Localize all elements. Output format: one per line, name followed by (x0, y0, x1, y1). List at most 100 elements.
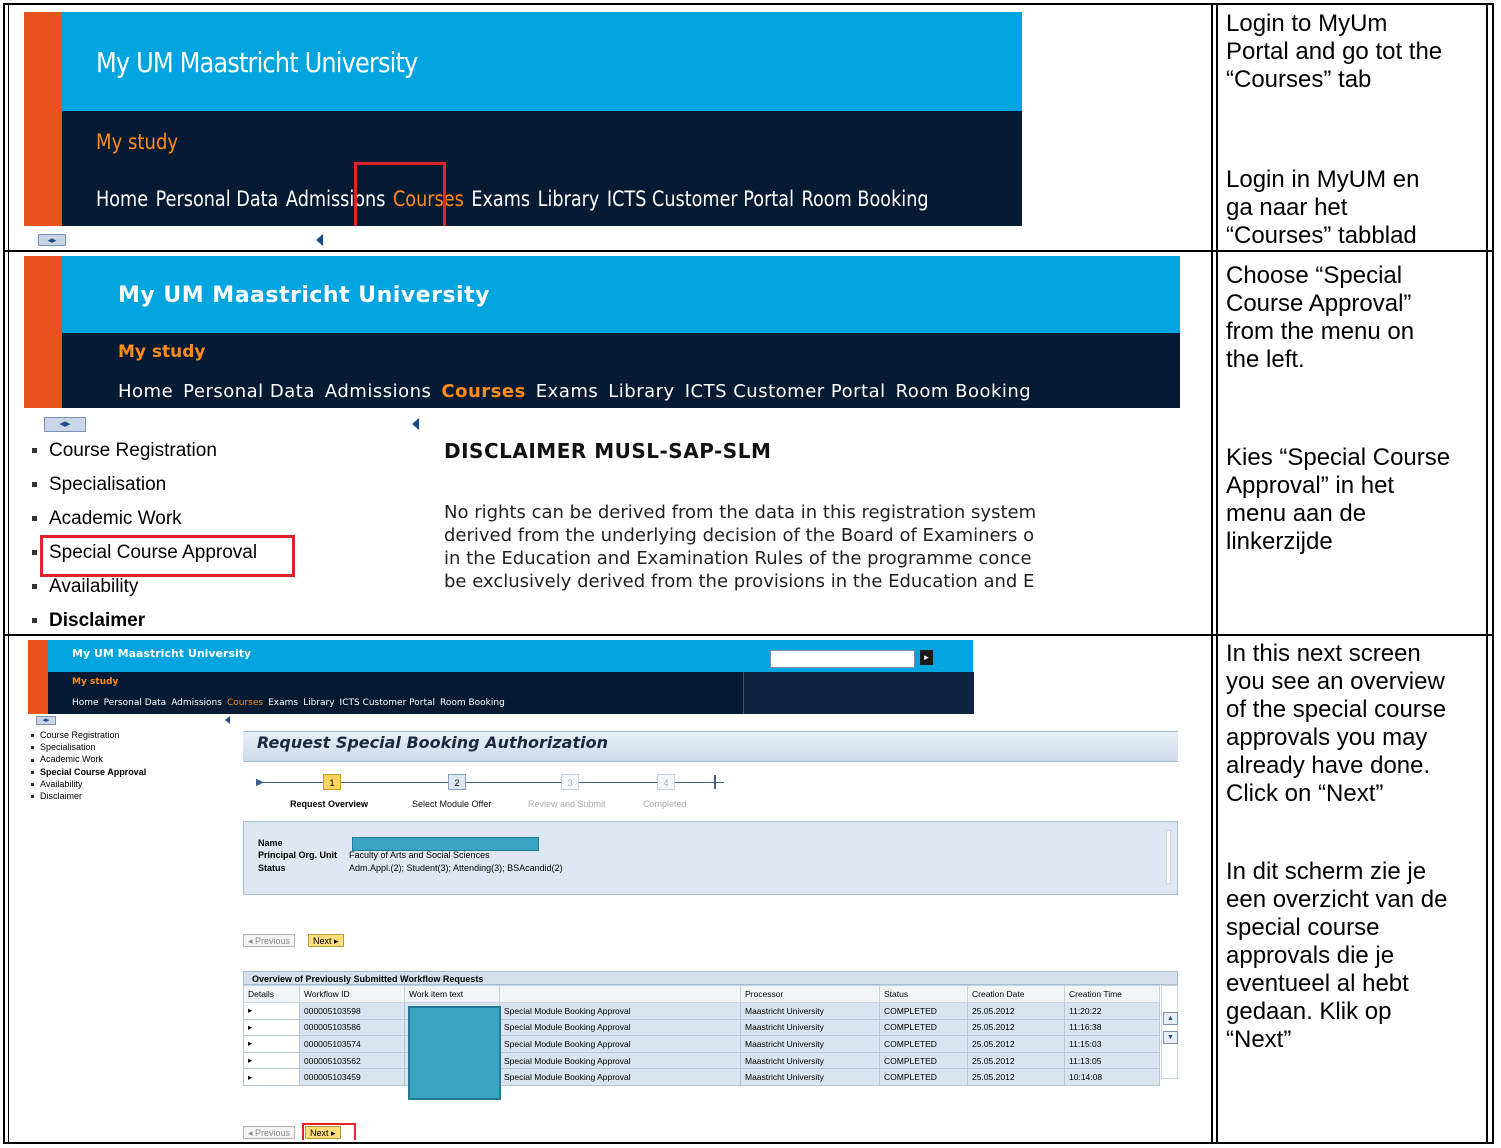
step-2-box[interactable]: 2 (448, 774, 466, 790)
section-label: My study (72, 677, 119, 687)
cell-processor: Maastricht University (740, 1068, 880, 1086)
collapse-toggle-icon[interactable]: ◂▸ (38, 234, 66, 246)
nav-library[interactable]: Library (303, 698, 334, 708)
nav-home[interactable]: Home (118, 381, 173, 402)
previous-button-bottom[interactable]: ◂ Previous (243, 1126, 296, 1139)
search-go-button[interactable]: ▸ (920, 650, 933, 665)
screenshot-special-course-approval-menu: My UM Maastricht University My study Hom… (24, 256, 1180, 632)
cell-work-item-text: Special Module Booking Approval (499, 1018, 741, 1037)
nav-admissions[interactable]: Admissions (171, 698, 222, 708)
row-details-toggle[interactable]: ▸ (243, 1068, 300, 1086)
table-row[interactable]: ▸ 000005103586 Special Module Booking Ap… (243, 1018, 1160, 1037)
column-header[interactable]: Creation Time (1064, 985, 1160, 1003)
table-row[interactable]: ▸ 000005103598 Special Module Booking Ap… (243, 1002, 1160, 1020)
next-button[interactable]: Next ▸ (308, 934, 344, 947)
menu-item-disclaimer[interactable]: Disclaimer (31, 790, 146, 802)
cell-work-item-text: Special Module Booking Approval (499, 1051, 741, 1070)
step-4-box: 4 (657, 774, 675, 790)
info-label: Status (258, 863, 286, 873)
nav-icts-customer-portal[interactable]: ICTS Customer Portal (685, 381, 886, 402)
nav-exams[interactable]: Exams (471, 187, 530, 211)
nav-room-booking[interactable]: Room Booking (440, 698, 505, 708)
collapse-arrow-icon[interactable] (225, 716, 230, 724)
instruction-line: Portal and go tot the (1226, 38, 1443, 65)
nav-room-booking[interactable]: Room Booking (802, 187, 929, 211)
row-details-toggle[interactable]: ▸ (243, 1002, 300, 1020)
row-details-toggle[interactable]: ▸ (243, 1018, 300, 1037)
row-divider-2 (3, 634, 1494, 636)
menu-item-special-course-approval[interactable]: Special Course Approval (31, 766, 146, 778)
table-row[interactable]: ▸ 000005103574 Special Module Booking Ap… (243, 1035, 1160, 1053)
portal-title: My UM Maastricht University (118, 283, 490, 308)
disclaimer-line: derived from the underlying decision of … (444, 525, 1035, 546)
cell-processor: Maastricht University (740, 1002, 880, 1020)
collapse-arrow-icon[interactable] (412, 418, 419, 430)
menu-item-course-registration[interactable]: Course Registration (31, 729, 146, 741)
cell-creation-time: 11:16:38 (1064, 1018, 1160, 1037)
menu-item-specialisation[interactable]: Specialisation (31, 741, 146, 753)
nav-courses[interactable]: Courses (441, 381, 525, 402)
instruction-line: from the menu on (1226, 318, 1415, 345)
nav-personal-data[interactable]: Personal Data (156, 187, 279, 211)
nav-exams[interactable]: Exams (536, 381, 598, 402)
column-header[interactable]: Creation Date (967, 985, 1065, 1003)
column-header[interactable]: Workflow ID (299, 985, 405, 1003)
nav-library[interactable]: Library (538, 187, 600, 211)
nav-icts-customer-portal[interactable]: ICTS Customer Portal (340, 698, 435, 708)
nav-personal-data[interactable]: Personal Data (183, 381, 315, 402)
cell-status: COMPLETED (879, 1068, 968, 1086)
menu-item-availability[interactable]: Availability (31, 778, 146, 790)
collapse-arrow-icon[interactable] (316, 234, 323, 246)
disclaimer-heading: DISCLAIMER MUSL-SAP-SLM (444, 439, 772, 463)
top-nav: Home Personal Data Admissions Courses Exams L… (118, 381, 1041, 402)
vertical-scrollbar[interactable] (1166, 830, 1171, 884)
section-label: My study (118, 342, 206, 362)
table-scrollbar[interactable]: ▲ ▼ (1161, 985, 1178, 1079)
column-header[interactable]: Status (879, 985, 968, 1003)
menu-item-label: Academic Work (49, 508, 182, 529)
cell-workflow-id: 000005103574 (299, 1035, 405, 1053)
menu-item-academic-work[interactable]: Academic Work (31, 753, 146, 765)
previous-button[interactable]: ◂ Previous (243, 934, 296, 947)
table-row[interactable]: ▸ 000005103562 Special Module Booking Ap… (243, 1051, 1160, 1070)
nav-home[interactable]: Home (72, 698, 99, 708)
nav-personal-data[interactable]: Personal Data (104, 698, 167, 708)
bullet-icon (31, 795, 34, 799)
menu-item-availability[interactable]: Availability (32, 574, 257, 608)
collapse-toggle-icon[interactable]: ◂▸ (44, 417, 86, 432)
column-header[interactable] (499, 985, 741, 1003)
collapse-toggle-icon[interactable]: ◂▸ (36, 716, 56, 725)
menu-item-course-registration[interactable]: Course Registration (32, 438, 257, 472)
column-header[interactable]: Processor (740, 985, 880, 1003)
bullet-icon (31, 758, 34, 762)
nav-courses[interactable]: Courses (227, 698, 263, 708)
menu-item-specialisation[interactable]: Specialisation (32, 472, 257, 506)
orange-sidebar-accent (24, 12, 62, 226)
scroll-down-icon[interactable]: ▼ (1163, 1031, 1178, 1044)
step-3-label: Review and Submit (528, 799, 606, 809)
instruction-line: Login to MyUm (1226, 10, 1388, 37)
instruction-line: een overzicht van de (1226, 886, 1448, 913)
nav-admissions[interactable]: Admissions (325, 381, 432, 402)
nav-library[interactable]: Library (608, 381, 674, 402)
instruction-line: already have done. (1226, 752, 1431, 779)
nav-room-booking[interactable]: Room Booking (896, 381, 1032, 402)
menu-item-label: Specialisation (40, 742, 96, 753)
row-details-toggle[interactable]: ▸ (243, 1035, 300, 1053)
row-details-toggle[interactable]: ▸ (243, 1051, 300, 1070)
instruction-line: gedaan. Klik op (1226, 998, 1392, 1025)
scroll-up-icon[interactable]: ▲ (1163, 1012, 1178, 1025)
column-header[interactable]: Details (243, 985, 300, 1003)
nav-home[interactable]: Home (96, 187, 148, 211)
cell-creation-time: 11:20:22 (1064, 1002, 1160, 1020)
info-row-name: Name (258, 838, 349, 848)
table-row[interactable]: ▸ 000005103459 Special Module Booking Ap… (243, 1068, 1160, 1086)
nav-icts-customer-portal[interactable]: ICTS Customer Portal (607, 187, 794, 211)
nav-exams[interactable]: Exams (268, 698, 298, 708)
menu-item-disclaimer[interactable]: Disclaimer (32, 608, 257, 632)
step-1-box[interactable]: 1 (323, 774, 341, 790)
cell-creation-date: 25.05.2012 (967, 1035, 1065, 1053)
menu-item-label: Specialisation (49, 474, 167, 495)
column-header[interactable]: Work item text (404, 985, 500, 1003)
search-input[interactable] (770, 650, 915, 668)
